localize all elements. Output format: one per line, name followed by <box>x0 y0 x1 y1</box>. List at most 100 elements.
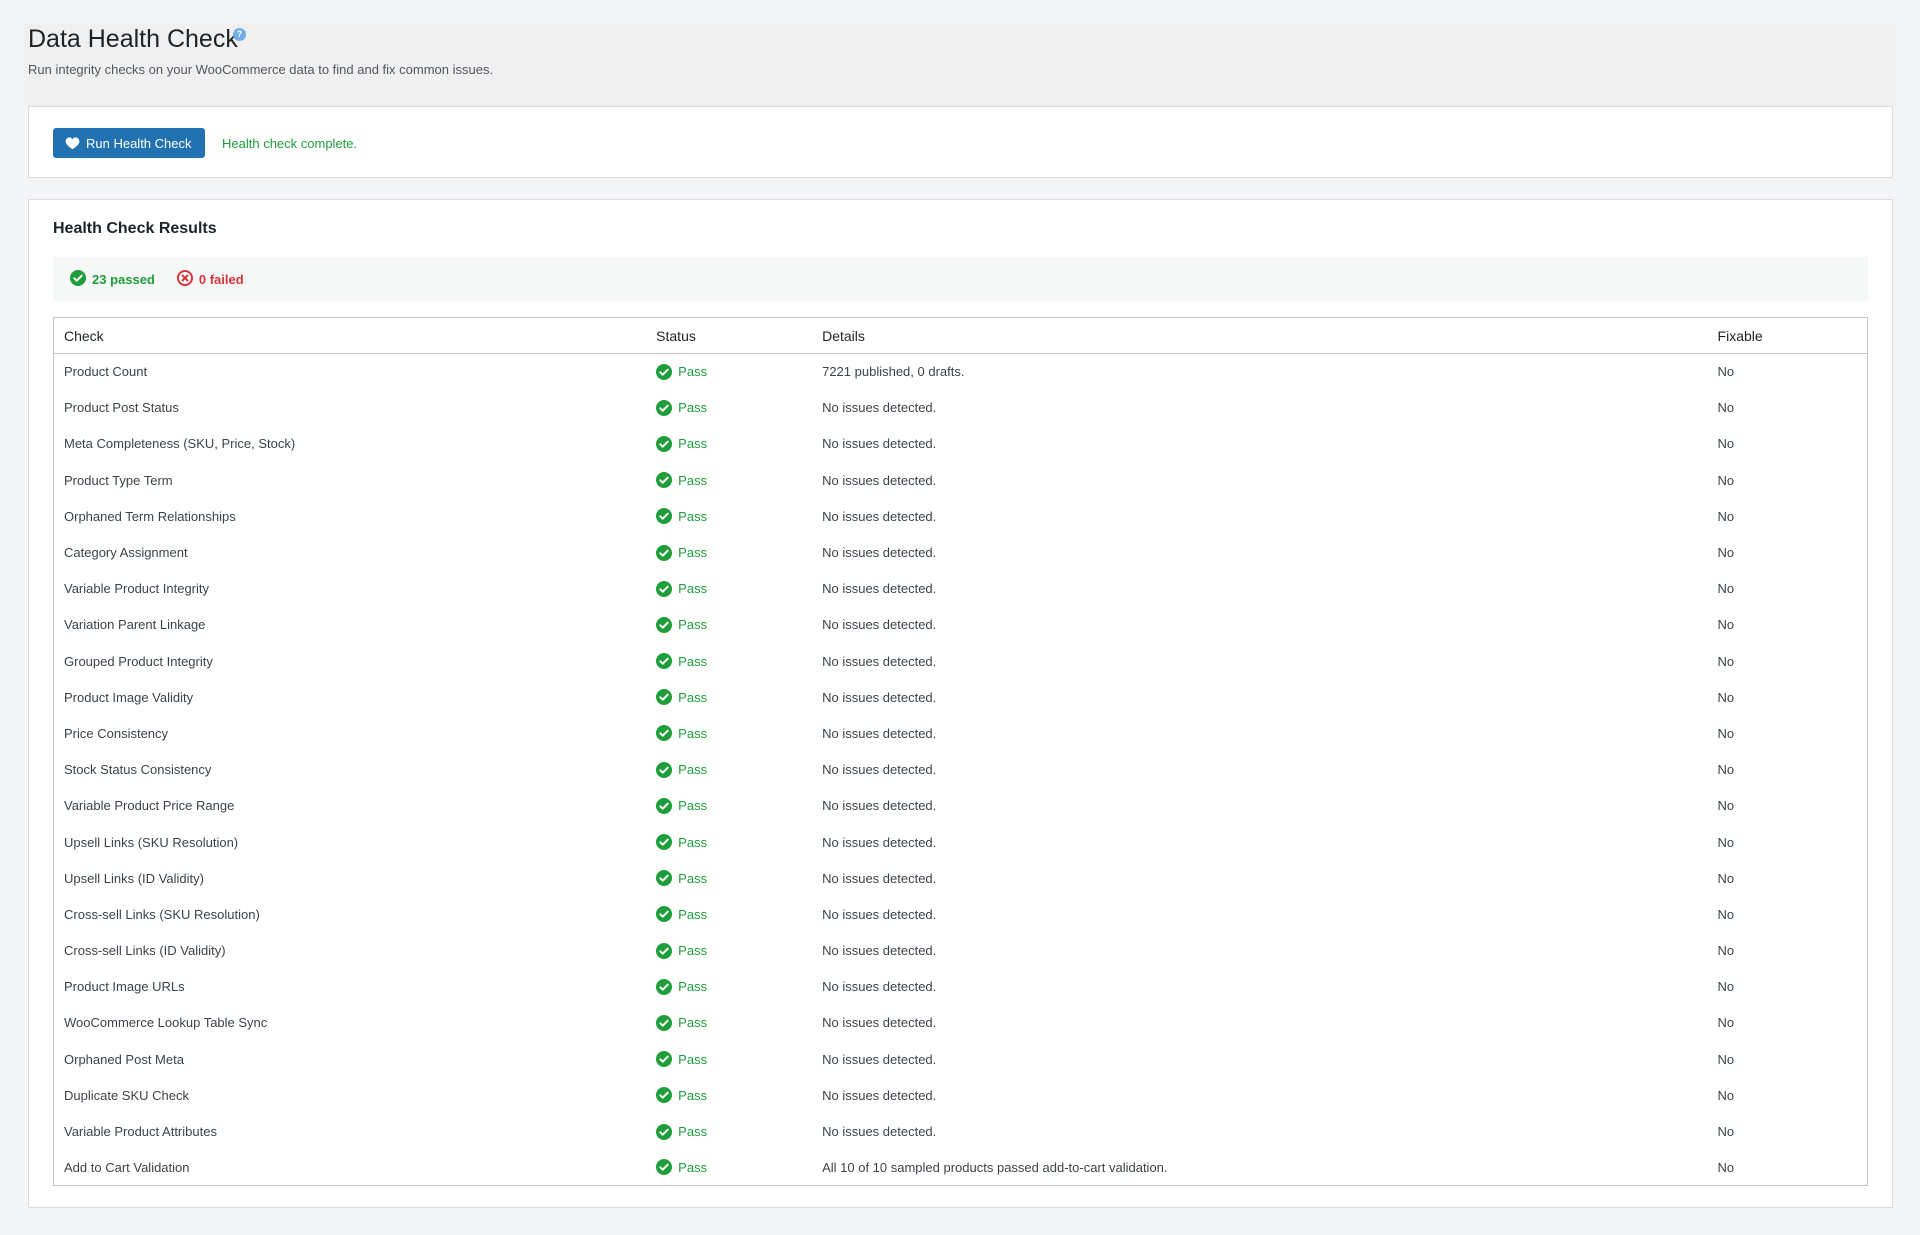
table-row: Variable Product Attributes Pass No issues… <box>54 1113 1868 1149</box>
table-row: Product Image Validity Pass No issues dete… <box>54 679 1868 715</box>
failed-count: 0 failed <box>198 271 244 287</box>
status-label: Pass <box>678 653 708 669</box>
status-cell: Pass <box>646 679 812 715</box>
results-table-body: Product Count Pass 7221 published, 0 draft… <box>54 354 1868 1186</box>
details-cell: No issues detected. <box>822 617 937 633</box>
status-cell: Pass <box>646 1005 812 1041</box>
check-circle-icon <box>656 906 673 923</box>
check-name: Cross-sell Links (ID Validity) <box>64 943 226 959</box>
details-cell: 7221 published, 0 drafts. <box>822 364 965 380</box>
details-cell: No issues detected. <box>822 979 937 995</box>
column-header-fixable: Fixable <box>1707 317 1868 354</box>
summary-bar: 23 passed 0 failed <box>53 257 1868 301</box>
table-row: Duplicate SKU Check Pass No issues detecte… <box>54 1077 1868 1113</box>
status-cell: Pass <box>646 1150 812 1186</box>
fixable-cell: No <box>1717 1051 1735 1067</box>
table-row: Grouped Product Integrity Pass No issues d… <box>54 643 1868 679</box>
status-label: Pass <box>678 979 708 995</box>
status-label: Pass <box>678 581 708 597</box>
run-health-check-button[interactable]: Run Health Check <box>53 128 205 158</box>
status-label: Pass <box>678 1159 708 1175</box>
status-cell: Pass <box>646 1077 812 1113</box>
table-row: Product Count Pass 7221 published, 0 draft… <box>54 354 1868 390</box>
check-name: Variable Product Price Range <box>64 798 235 814</box>
status-cell: Pass <box>646 607 812 643</box>
fixable-cell: No <box>1717 364 1735 380</box>
table-row: Orphaned Post Meta Pass No issues detected… <box>54 1041 1868 1077</box>
details-cell: No issues detected. <box>822 1124 937 1140</box>
fixable-cell: No <box>1717 617 1735 633</box>
status-label: Pass <box>678 400 708 416</box>
status-message: Health check complete. <box>222 136 358 151</box>
details-cell: No issues detected. <box>822 1087 937 1103</box>
status-cell: Pass <box>646 860 812 896</box>
fixable-cell: No <box>1717 1124 1735 1140</box>
status-cell: Pass <box>646 390 812 426</box>
status-cell: Pass <box>646 426 812 462</box>
fixable-cell: No <box>1717 1087 1735 1103</box>
table-row: Variation Parent Linkage Pass No issues de… <box>54 607 1868 643</box>
status-cell: Pass <box>646 354 812 390</box>
status-cell: Pass <box>646 1041 812 1077</box>
details-cell: No issues detected. <box>822 1015 937 1031</box>
details-cell: No issues detected. <box>822 545 937 561</box>
table-row: Category Assignment Pass No issues detecte… <box>54 534 1868 570</box>
results-title: Health Check Results <box>53 220 217 237</box>
status-label: Pass <box>678 906 708 922</box>
table-row: WooCommerce Lookup Table Sync Pass No issu… <box>54 1005 1868 1041</box>
check-circle-icon <box>656 1014 673 1031</box>
check-name: Meta Completeness (SKU, Price, Stock) <box>64 436 296 452</box>
page-subtitle: Run integrity checks on your WooCommerce… <box>28 62 494 77</box>
details-cell: No issues detected. <box>822 436 937 452</box>
table-row: Cross-sell Links (ID Validity) Pass No iss… <box>54 933 1868 969</box>
check-circle-icon <box>656 580 673 597</box>
status-cell: Pass <box>646 498 812 534</box>
status-label: Pass <box>678 436 708 452</box>
fixable-cell: No <box>1717 906 1735 922</box>
column-header-status: Status <box>646 317 813 354</box>
fixable-cell: No <box>1717 762 1735 778</box>
table-row: Orphaned Term Relationships Pass No issues… <box>54 498 1868 534</box>
x-circle-icon <box>176 269 193 289</box>
check-circle-icon <box>656 725 673 742</box>
check-name: Variable Product Attributes <box>64 1124 217 1140</box>
details-cell: No issues detected. <box>822 798 937 814</box>
details-cell: No issues detected. <box>822 689 937 705</box>
failed-summary: 0 failed <box>176 269 244 289</box>
check-name: Price Consistency <box>64 725 169 741</box>
check-name: Product Count <box>64 364 148 380</box>
table-row: Stock Status Consistency Pass No issues de… <box>54 752 1868 788</box>
check-name: Upsell Links (ID Validity) <box>64 870 204 886</box>
status-label: Pass <box>678 617 708 633</box>
details-cell: No issues detected. <box>822 400 937 416</box>
check-name: Cross-sell Links (SKU Resolution) <box>64 906 260 922</box>
fixable-cell: No <box>1717 979 1735 995</box>
fixable-cell: No <box>1717 472 1735 488</box>
status-label: Pass <box>678 943 708 959</box>
heart-icon <box>65 136 80 150</box>
status-cell: Pass <box>646 534 812 570</box>
page: Data Health Check ? Run integrity checks… <box>0 0 1920 1235</box>
check-circle-icon <box>70 269 86 289</box>
table-row: Variable Product Price Range Pass No issue… <box>54 788 1868 824</box>
fixable-cell: No <box>1717 834 1735 850</box>
column-header-details: Details <box>812 317 1708 354</box>
check-circle-icon <box>656 1159 673 1176</box>
check-circle-icon <box>656 616 673 633</box>
fixable-cell: No <box>1717 436 1735 452</box>
table-row: Product Type Term Pass No issues detected.… <box>54 462 1868 498</box>
check-circle-icon <box>656 1087 673 1104</box>
status-label: Pass <box>678 870 708 886</box>
help-icon[interactable]: ? <box>233 28 246 41</box>
check-name: Product Image URLs <box>64 979 185 995</box>
check-name: WooCommerce Lookup Table Sync <box>64 1015 268 1031</box>
check-circle-icon <box>656 435 673 452</box>
check-circle-icon <box>656 653 673 670</box>
check-circle-icon <box>656 399 673 416</box>
details-cell: No issues detected. <box>822 1051 937 1067</box>
details-cell: No issues detected. <box>822 508 937 524</box>
run-health-check-label: Run Health Check <box>86 135 192 151</box>
check-name: Stock Status Consistency <box>64 762 212 778</box>
check-name: Product Image Validity <box>64 689 194 705</box>
check-circle-icon <box>656 978 673 995</box>
